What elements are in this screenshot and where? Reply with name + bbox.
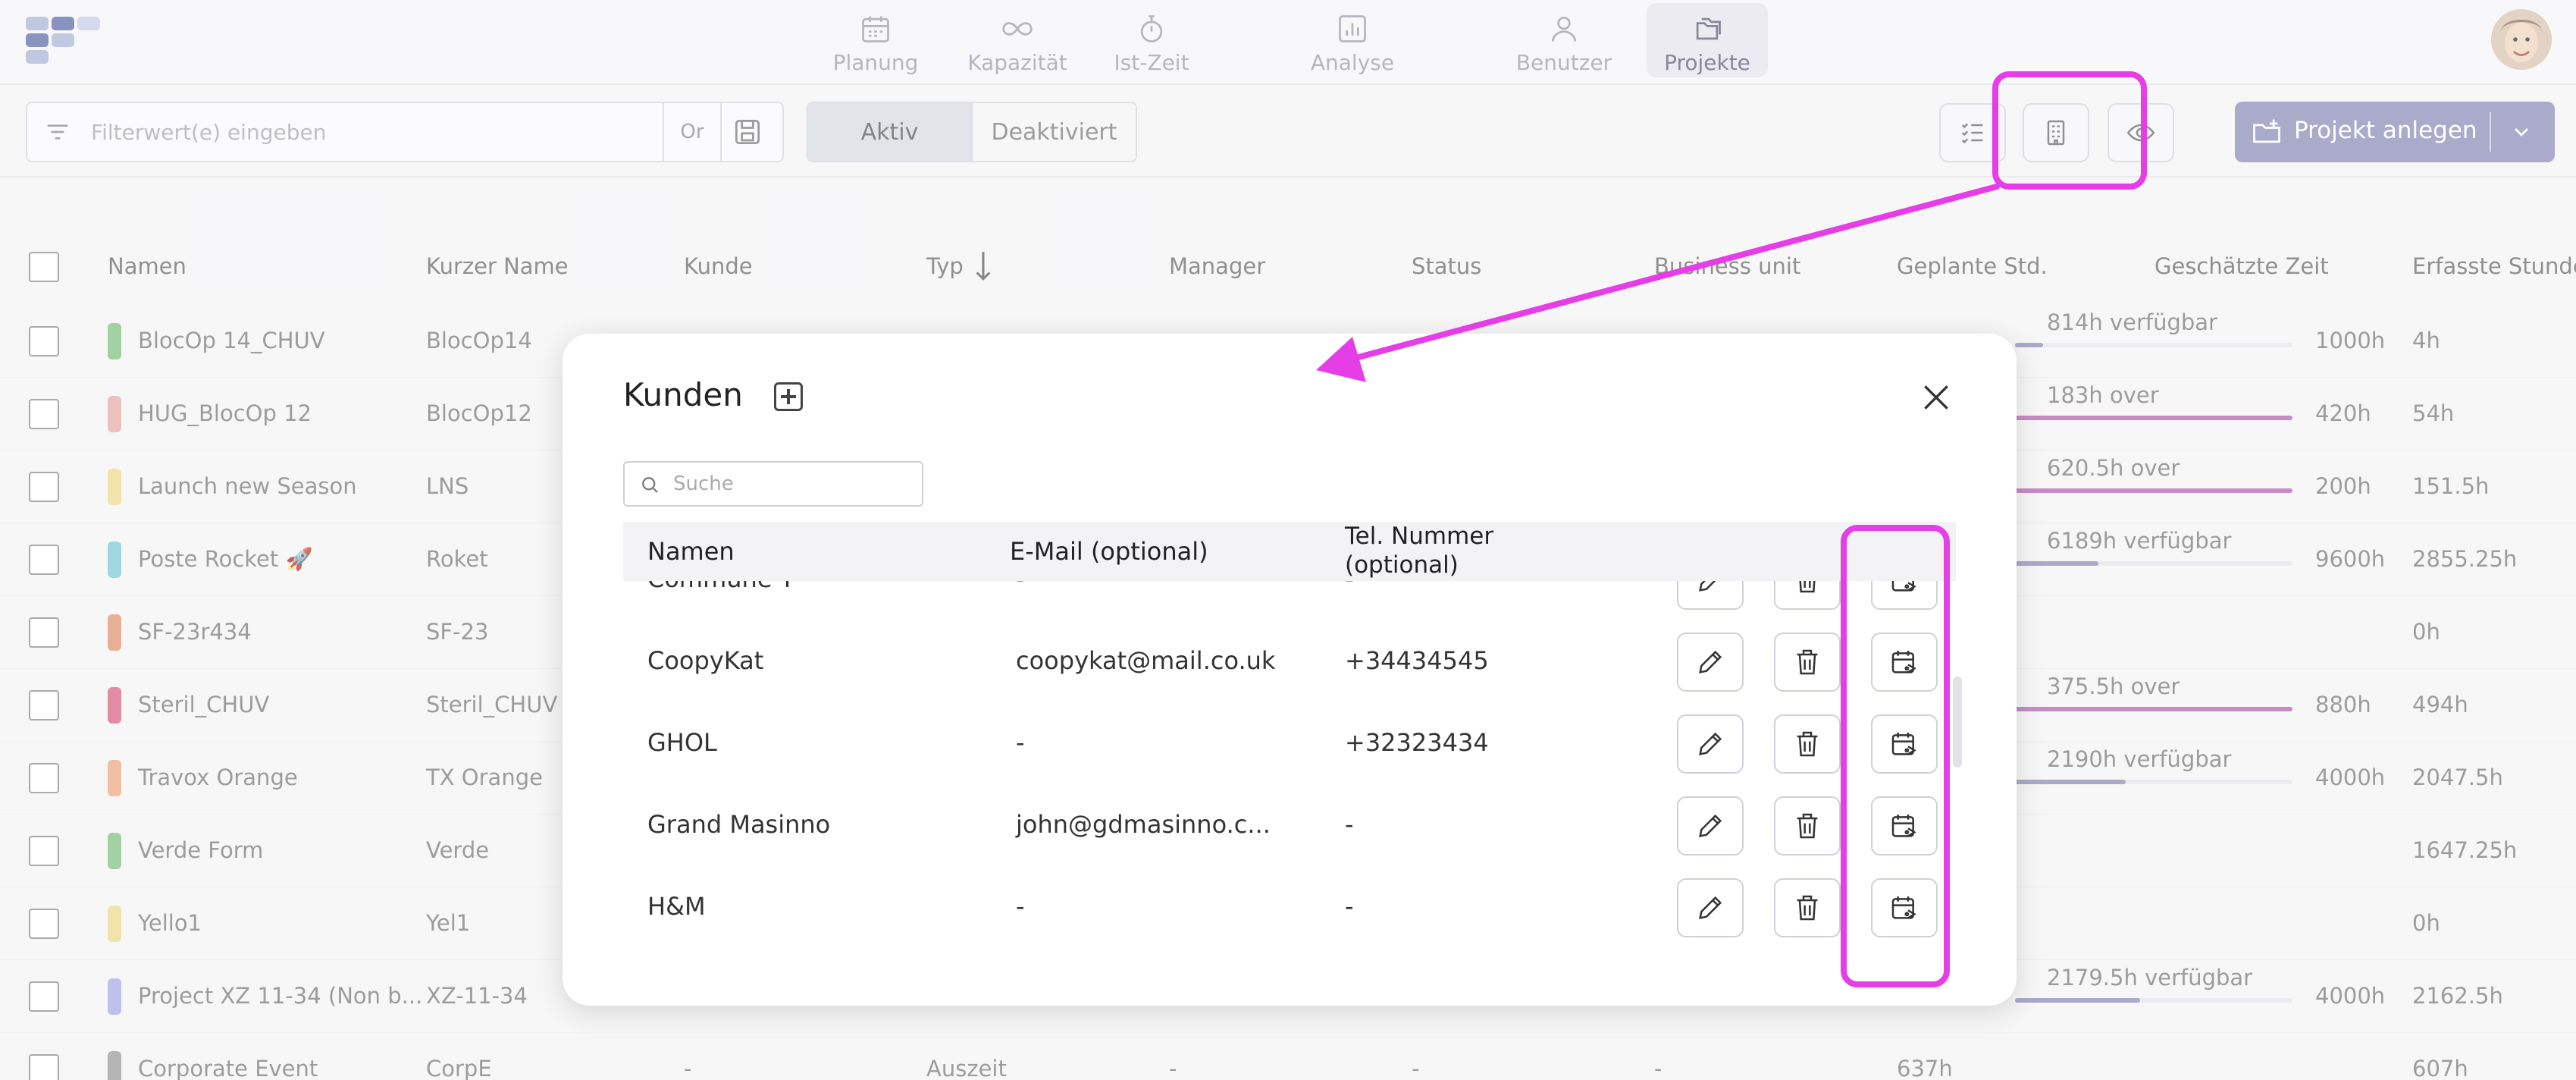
col-header-phone-line2: (optional) [1345,551,1459,579]
add-client-icon[interactable] [774,382,803,411]
delete-client-button[interactable] [1774,796,1841,856]
client-name: H&M [647,892,706,921]
trash-icon [1797,813,1818,839]
edit-client-button[interactable] [1677,878,1744,937]
search-icon [642,477,658,493]
client-email: john@gdmasinno.c... [1016,810,1271,839]
delete-client-button[interactable] [1774,714,1841,774]
client-phone: - [1345,892,1354,921]
client-name: GHOL [647,728,717,757]
client-phone: - [1345,581,1354,593]
col-header-namen: Namen [647,537,735,566]
modal-title: Kunden [623,376,743,413]
col-header-email: E-Mail (optional) [1010,537,1208,566]
delete-client-button[interactable] [1774,878,1841,937]
client-phone: - [1345,810,1354,839]
close-icon[interactable] [1919,381,1953,414]
edit-client-button[interactable] [1677,796,1744,856]
edit-client-button[interactable] [1677,581,1744,610]
clients-modal: Kunden Namen E-Mail (optional) Tel. Numm… [563,334,2017,1006]
client-email: - [1016,728,1025,757]
edit-client-button[interactable] [1677,714,1744,774]
client-row[interactable]: Grand Masinno john@gdmasinno.c... - [623,784,1956,866]
client-name: Grand Masinno [647,810,831,839]
trash-icon [1797,731,1818,757]
client-phone: +32323434 [1345,728,1489,757]
client-row[interactable]: GHOL - +32323434 [623,702,1956,784]
client-name: CoopyKat [647,646,764,675]
trash-icon [1797,895,1818,921]
pencil-icon [1699,732,1722,755]
pencil-icon [1699,581,1716,592]
trash-icon [1797,649,1818,675]
client-row[interactable]: Commune Y - - [623,581,1956,620]
pencil-icon [1699,650,1722,673]
clients-table-body: Commune Y - - CoopyKat coopykat@mail.co.uk +3… [623,581,1956,991]
client-search-field [623,461,923,507]
pencil-icon [1699,814,1722,837]
client-email: - [1016,892,1025,921]
client-phone: +34434545 [1345,646,1489,675]
edit-client-button[interactable] [1677,633,1744,692]
highlight-clients-button [1992,71,2147,190]
client-search-input[interactable] [673,469,908,499]
client-row[interactable]: CoopyKat coopykat@mail.co.uk +34434545 [623,620,1956,702]
delete-client-button[interactable] [1774,581,1841,610]
col-header-phone-line1: Tel. Nummer [1345,523,1494,550]
clients-table-header: Namen E-Mail (optional) Tel. Nummer (opt… [623,522,1956,581]
app-root: Planung Kapazität Ist-Zeit Analyse Benut… [0,0,2576,1080]
client-email: coopykat@mail.co.uk [1016,646,1276,675]
client-name: Commune Y [647,581,794,593]
highlight-planning-column [1841,525,1950,987]
modal-scrollbar[interactable] [1953,677,1962,768]
pencil-icon [1699,896,1722,919]
client-row[interactable]: H&M - - [623,866,1956,948]
client-email: - [1016,581,1025,593]
trash-icon [1799,581,1816,593]
delete-client-button[interactable] [1774,633,1841,692]
